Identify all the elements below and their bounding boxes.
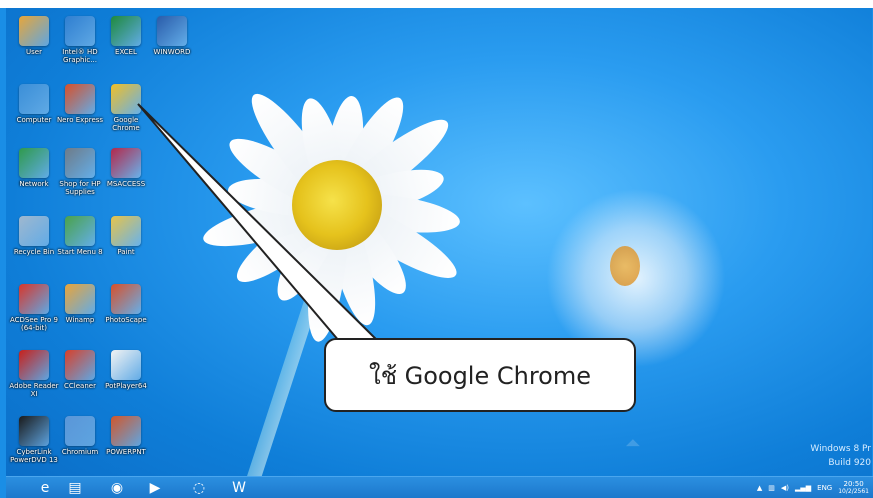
clock-time: 20:50 [843, 480, 864, 488]
taskbar-word-icon[interactable]: W [228, 479, 250, 497]
clock[interactable]: 20:50 10/2/2561 [838, 480, 869, 496]
callout-text: ใช้ Google Chrome [368, 361, 592, 390]
input-language[interactable]: ENG [817, 484, 832, 492]
taskbar-file-explorer-icon[interactable]: ▤ [64, 479, 86, 497]
taskbar-chromium-icon[interactable]: ◌ [188, 479, 210, 497]
callout-pointer [137, 103, 388, 349]
network-tray-icon[interactable]: ▥ [768, 484, 775, 492]
taskbar-chrome-icon[interactable]: ◉ [106, 479, 128, 497]
system-tray: ▲ ▥ ◀) ▂▄▆ ENG 20:50 10/2/2561 [757, 479, 869, 497]
taskbar-media-player-icon[interactable]: ▶ [144, 479, 166, 497]
signal-icon[interactable]: ▂▄▆ [795, 484, 811, 492]
volume-icon[interactable]: ◀) [781, 484, 789, 492]
taskbar: e ▤ ◉ ▶ ◌ W ▲ ▥ ◀) ▂▄▆ ENG 20:50 10/2/2561 [6, 476, 873, 498]
taskbar-internet-explorer-icon[interactable]: e [34, 479, 56, 497]
windows-watermark: Windows 8 Pr Build 920 [810, 442, 871, 470]
watermark-line-2: Build 920 [828, 458, 871, 468]
watermark-line-1: Windows 8 Pr [810, 444, 871, 454]
clock-date: 10/2/2561 [838, 488, 869, 495]
show-hidden-icon[interactable]: ▲ [757, 484, 762, 492]
callout-box: ใช้ Google Chrome [324, 338, 636, 412]
